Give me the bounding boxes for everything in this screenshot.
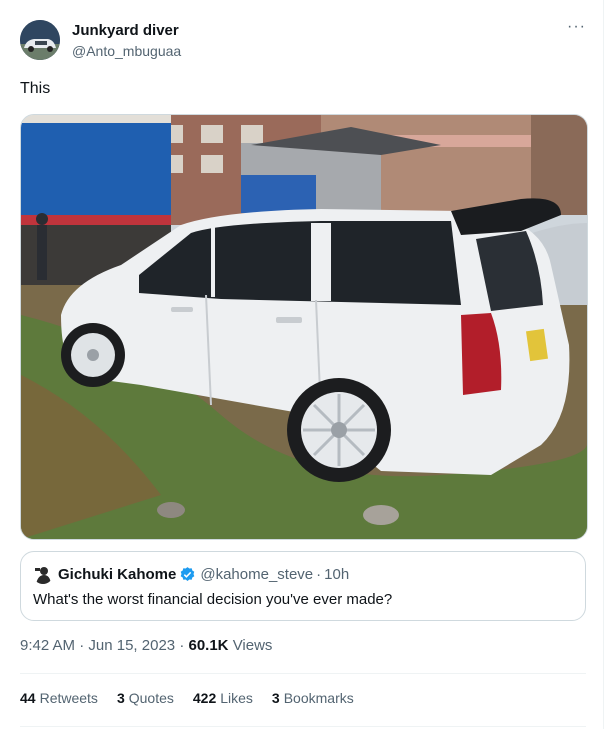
views-label: Views (232, 637, 273, 654)
retweets-stat[interactable]: 44 Retweets (20, 690, 98, 706)
quoted-author-avatar[interactable] (33, 564, 53, 584)
likes-label: Likes (220, 690, 253, 706)
quotes-stat[interactable]: 3 Quotes (117, 690, 174, 706)
engagement-stats: 44 Retweets 3 Quotes 422 Likes 3 Bookmarks (20, 690, 373, 706)
bookmarks-label: Bookmarks (283, 690, 354, 706)
quoted-tweet-header: Gichuki Kahome @kahome_steve · 10h (33, 564, 349, 584)
divider-top (20, 673, 586, 674)
avatar-image (20, 20, 60, 60)
quoted-tweet[interactable]: Gichuki Kahome @kahome_steve · 10h What'… (20, 551, 586, 621)
tweet-photo[interactable] (20, 114, 588, 540)
verified-badge-icon (181, 566, 195, 581)
quotes-label: Quotes (128, 690, 174, 706)
timeline-border (603, 0, 604, 729)
author-handle[interactable]: @Anto_mbuguaa (72, 42, 181, 60)
quotes-count: 3 (116, 690, 125, 706)
car-photo-icon (21, 115, 587, 539)
tweet-date[interactable]: Jun 15, 2023 (88, 637, 175, 654)
retweets-label: Retweets (39, 690, 98, 706)
quoted-handle[interactable]: @kahome_steve (200, 566, 313, 583)
quoted-avatar-image (33, 564, 53, 584)
quoted-display-name[interactable]: Gichuki Kahome (58, 566, 176, 583)
quoted-tweet-text: What's the worst financial decision you'… (33, 591, 393, 608)
bookmarks-stat[interactable]: 3 Bookmarks (272, 690, 354, 706)
quoted-separator: · (316, 565, 322, 583)
bookmarks-count: 3 (271, 690, 280, 706)
author-names: Junkyard diver @Anto_mbuguaa (72, 22, 181, 60)
retweets-count: 44 (20, 690, 36, 706)
views-count: 60.1K (188, 637, 229, 654)
meta-separator: · (79, 637, 85, 654)
divider-bottom (20, 726, 586, 727)
tweet-metadata: 9:42 AM · Jun 15, 2023 · 60.1K Views (20, 637, 272, 654)
more-options-icon[interactable]: ··· (567, 18, 586, 36)
likes-stat[interactable]: 422 Likes (193, 690, 253, 706)
author-avatar[interactable] (20, 20, 60, 60)
meta-separator-2: · (179, 637, 185, 654)
author-display-name[interactable]: Junkyard diver (72, 22, 181, 40)
likes-count: 422 (192, 690, 217, 706)
quoted-timestamp[interactable]: 10h (324, 566, 349, 583)
tweet-header: Junkyard diver @Anto_mbuguaa ··· (20, 18, 590, 62)
tweet-text: This (20, 80, 51, 97)
tweet-time[interactable]: 9:42 AM (20, 637, 75, 654)
